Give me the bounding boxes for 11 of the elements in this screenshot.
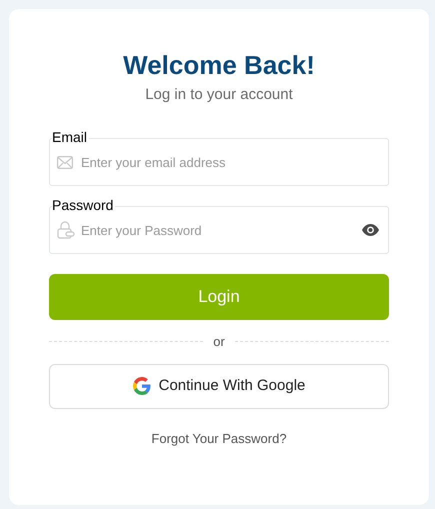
lock-icon [57, 221, 75, 239]
envelope-icon [57, 156, 73, 168]
eye-icon[interactable] [362, 224, 379, 236]
field-label: Password [52, 197, 116, 213]
google-icon [132, 377, 151, 395]
divider-text: or [213, 333, 225, 351]
field-label: Email [52, 129, 90, 145]
subtitle: Log in to your account [145, 85, 293, 105]
forgot-password-link[interactable]: Forgot Your Password? [151, 428, 287, 448]
title: Welcome Back! [123, 49, 315, 82]
google-button[interactable]: Continue With Google [49, 364, 389, 408]
